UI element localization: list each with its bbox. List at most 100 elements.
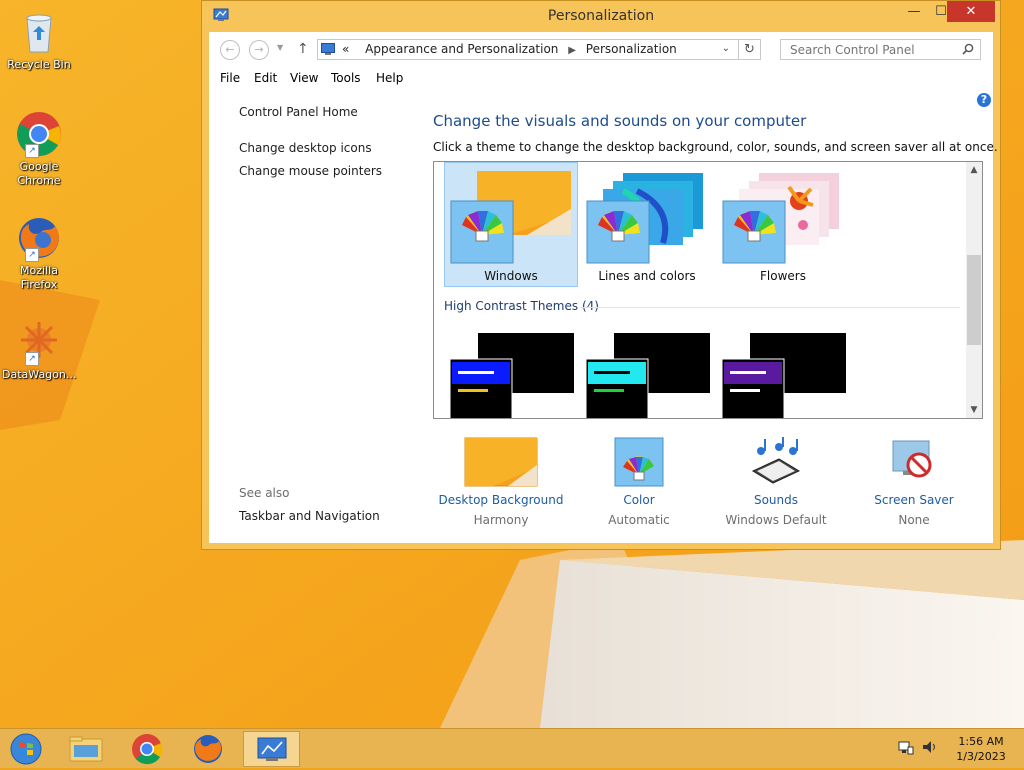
recycle-bin-icon (15, 8, 63, 56)
setting-value: Automatic (608, 513, 670, 527)
setting-screen-saver[interactable]: Screen Saver None (844, 437, 984, 527)
theme-high-contrast-1[interactable] (448, 333, 578, 419)
control-panel-home-link[interactable]: Control Panel Home (239, 105, 358, 119)
page-heading: Change the visuals and sounds on your co… (433, 112, 807, 130)
taskbar: 1:56 AM 1/3/2023 (0, 728, 1024, 768)
breadcrumb-separator-icon[interactable]: ▶ (568, 45, 576, 56)
desktop-icon-datawagon[interactable]: ↗ DataWagon... (2, 318, 76, 382)
color-icon (614, 437, 664, 487)
scroll-thumb[interactable] (967, 255, 981, 345)
refresh-button[interactable]: ↻ (739, 39, 761, 60)
datawagon-icon: ↗ (15, 318, 63, 366)
high-contrast-header[interactable]: High Contrast Themes (4) (444, 299, 599, 313)
minimize-button[interactable]: — (900, 1, 928, 22)
taskbar-file-explorer[interactable] (60, 731, 112, 767)
setting-value: Windows Default (725, 513, 827, 527)
setting-title[interactable]: Desktop Background (431, 493, 571, 507)
theme-lines-and-colors[interactable]: Lines and colors (580, 162, 714, 287)
setting-desktop-background[interactable]: Desktop Background Harmony (431, 437, 571, 527)
desktop-icon-label: Google Chrome (17, 160, 61, 187)
theme-label: Flowers (760, 269, 806, 283)
window-client: ← → ▼ ↑ « Appearance and Personalization… (209, 32, 998, 543)
section-divider (580, 307, 960, 308)
up-arrow-icon[interactable]: ↑ (297, 41, 309, 57)
scroll-up-arrow-icon[interactable]: ▲ (966, 162, 982, 178)
forward-button[interactable]: → (249, 40, 269, 60)
personalization-window: Personalization — ☐ ✕ ← → ▼ ↑ « Appearan… (201, 0, 1001, 550)
setting-sounds[interactable]: Sounds Windows Default (706, 437, 846, 527)
control-panel-icon (321, 43, 335, 55)
control-panel-icon (257, 737, 287, 761)
setting-title[interactable]: Sounds (706, 493, 846, 507)
scroll-down-arrow-icon[interactable]: ▼ (966, 402, 982, 418)
start-button[interactable] (0, 731, 52, 767)
taskbar-firefox[interactable] (182, 731, 234, 767)
theme-windows[interactable]: Windows (444, 162, 578, 287)
theme-label: Windows (484, 269, 538, 283)
desktop-icon-google-chrome[interactable]: ↗ Google Chrome (2, 110, 76, 188)
theme-label: Lines and colors (598, 269, 696, 283)
help-icon[interactable]: ? (977, 93, 991, 107)
theme-high-contrast-3[interactable] (720, 333, 850, 419)
menu-bar: File Edit View Tools Help (209, 68, 993, 90)
setting-value: Harmony (473, 513, 529, 527)
shortcut-arrow-icon: ↗ (25, 352, 39, 366)
firefox-icon (194, 735, 222, 763)
desktop-background-icon (464, 437, 538, 487)
theme-lines-colors-thumbnail (586, 173, 703, 264)
theme-flowers[interactable]: Flowers (716, 162, 850, 287)
menu-edit[interactable]: Edit (254, 71, 277, 85)
breadcrumb-overflow[interactable]: « (342, 42, 349, 56)
taskbar-and-navigation-link[interactable]: Taskbar and Navigation (239, 509, 380, 523)
chrome-icon (132, 734, 163, 765)
shortcut-arrow-icon: ↗ (25, 248, 39, 262)
shortcut-arrow-icon: ↗ (25, 144, 39, 158)
breadcrumb-appearance[interactable]: Appearance and Personalization (365, 42, 558, 56)
recent-locations-chevron-icon[interactable]: ▼ (277, 43, 283, 52)
breadcrumb-personalization[interactable]: Personalization (586, 42, 677, 56)
close-button[interactable]: ✕ (947, 1, 995, 22)
menu-tools[interactable]: Tools (331, 71, 361, 85)
change-desktop-icons-link[interactable]: Change desktop icons (239, 141, 372, 155)
setting-value: None (898, 513, 930, 527)
windows-logo-icon (10, 733, 42, 765)
setting-color[interactable]: Color Automatic (569, 437, 709, 527)
change-mouse-pointers-link[interactable]: Change mouse pointers (239, 164, 382, 178)
firefox-icon: ↗ (15, 214, 63, 262)
theme-windows-thumbnail (450, 171, 571, 264)
address-dropdown-chevron-icon[interactable]: ⌄ (722, 43, 730, 54)
desktop-icon-label: Mozilla Firefox (20, 264, 58, 291)
search-input[interactable] (788, 42, 957, 58)
menu-help[interactable]: Help (376, 71, 403, 85)
search-box[interactable] (780, 39, 981, 60)
back-button[interactable]: ← (220, 40, 240, 60)
folder-icon (69, 736, 103, 762)
taskbar-clock[interactable]: 1:56 AM 1/3/2023 (946, 734, 1016, 764)
setting-title[interactable]: Screen Saver (844, 493, 984, 507)
breadcrumb: « Appearance and Personalization ▶ Perso… (342, 42, 677, 56)
sounds-icon (751, 437, 801, 484)
see-also-label: See also (239, 486, 290, 500)
search-icon[interactable] (962, 43, 974, 55)
window-title: Personalization (547, 8, 655, 24)
setting-title[interactable]: Color (569, 493, 709, 507)
page-subtext: Click a theme to change the desktop back… (433, 140, 998, 154)
volume-icon[interactable] (921, 739, 939, 758)
theme-high-contrast-2[interactable] (584, 333, 714, 419)
menu-file[interactable]: File (220, 71, 240, 85)
theme-flowers-thumbnail (722, 173, 839, 264)
address-bar[interactable]: « Appearance and Personalization ▶ Perso… (317, 39, 739, 60)
taskbar-chrome[interactable] (121, 731, 173, 767)
network-icon[interactable] (898, 739, 914, 758)
desktop-icon-mozilla-firefox[interactable]: ↗ Mozilla Firefox (2, 214, 76, 292)
theme-list[interactable]: Windows Lines and colors Flowers High Co… (433, 161, 983, 419)
desktop-icon-recycle-bin[interactable]: Recycle Bin (2, 8, 76, 72)
desktop-icon-label: DataWagon... (2, 368, 77, 381)
desktop-icon-label: Recycle Bin (7, 58, 71, 71)
title-bar[interactable]: Personalization — ☐ ✕ (202, 1, 1000, 31)
screen-saver-icon (892, 440, 932, 478)
clock-date: 1/3/2023 (956, 750, 1006, 763)
taskbar-personalization[interactable] (243, 731, 300, 767)
theme-list-scrollbar[interactable]: ▲ ▼ (966, 162, 982, 418)
menu-view[interactable]: View (290, 71, 318, 85)
